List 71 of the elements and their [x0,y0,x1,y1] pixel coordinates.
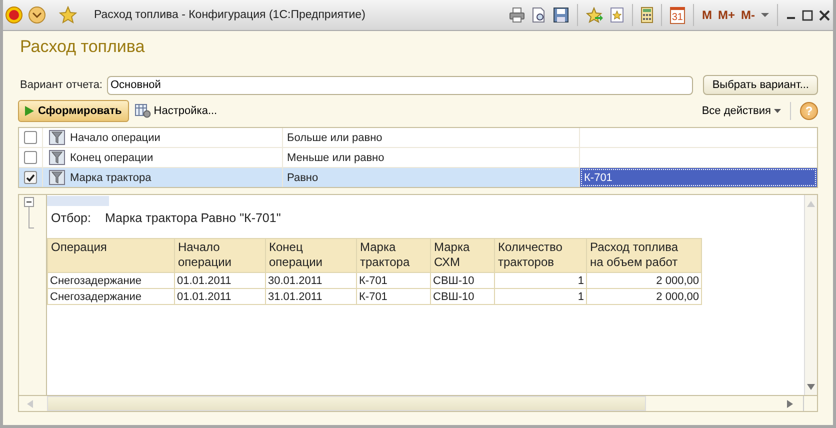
table-cell: 30.01.2011 [266,272,356,288]
table-cell: Снегозадержание [48,272,174,288]
filter-field: Начало операции [70,132,160,144]
caret-icon [774,109,781,113]
horizontal-scrollbar[interactable] [19,395,817,411]
settings-button[interactable]: Настройка... [134,104,218,118]
table-cell: 01.01.2011 [174,272,266,288]
calendar-button[interactable]: 31 [670,6,685,24]
calculator-icon[interactable] [640,7,653,23]
save-icon[interactable] [552,7,569,23]
window-title: Расход топлива - Конфигурация (1С:Предприятие) [94,9,366,21]
table-cell: СВШ-10 [430,272,494,288]
scroll-right-icon[interactable] [787,400,793,408]
table-cell: К-701 [356,288,430,304]
column-header: Марка СХМ [430,238,494,272]
column-header: Марка трактора [356,238,430,272]
memory-button[interactable]: M- [741,8,755,22]
cell-highlight [47,196,109,206]
table-cell: Снегозадержание [48,288,174,304]
checkbox[interactable] [24,131,37,144]
table-cell: К-701 [356,272,430,288]
close-icon[interactable] [819,10,830,20]
filter-field: Марка трактора [70,172,152,184]
filter-field: Конец операции [70,152,154,164]
caret-icon[interactable] [761,12,769,18]
dropdown-icon[interactable] [28,6,46,24]
memory-button[interactable]: M [702,8,712,22]
table-cell: 31.01.2011 [266,288,356,304]
filter-row[interactable]: Начало операции Больше или равно [19,128,817,148]
filter-condition: Равно [287,172,318,184]
checkbox[interactable] [24,151,37,164]
star-icon[interactable] [59,6,77,24]
filter-condition: Больше или равно [287,132,382,144]
all-actions-button[interactable]: Все действия [702,105,781,117]
column-header: Конец операции [266,238,356,272]
table-cell: 1 [494,288,586,304]
column-header: Операция [48,238,174,272]
vertical-scrollbar[interactable] [804,195,817,395]
star-arrow-icon[interactable] [586,7,604,23]
filter-icon [49,170,65,185]
column-header: Расход топлива на объем работ [586,238,702,272]
filter-label: Отбор: [51,211,91,225]
memory-button[interactable]: M+ [718,8,735,22]
logo-icon[interactable] [5,6,23,24]
variant-field[interactable]: Основной [106,76,694,94]
table-cell: 2 000,00 [586,288,702,304]
table-cell: 2 000,00 [586,272,702,288]
star-icon[interactable] [610,7,624,23]
variant-label: Вариант отчета: [20,79,102,91]
table-cell: СВШ-10 [430,288,494,304]
table-cell: 01.01.2011 [174,288,266,304]
table-cell: 1 [494,272,586,288]
preview-icon[interactable] [530,7,547,23]
maximize-icon[interactable] [802,10,813,20]
print-icon[interactable] [508,7,525,23]
column-header: Количество тракторов [494,238,586,272]
generate-button[interactable]: Сформировать [18,100,129,122]
table-gear-icon [134,104,151,118]
filter-value: К-701 [584,172,612,184]
play-icon [25,106,34,116]
filter-summary: Марка трактора Равно "К-701" [104,211,281,225]
filter-icon [49,130,65,145]
form-title: Расход топлива [20,37,146,57]
choose-variant-button[interactable]: Выбрать вариант... [703,75,818,95]
filter-row[interactable]: Марка трактора Равно К-701 [19,168,817,187]
filter-icon [49,150,65,165]
collapse-icon[interactable] [24,197,34,229]
column-header: Начало операции [174,238,266,272]
filter-condition: Меньше или равно [287,152,384,164]
checkbox[interactable] [24,171,37,184]
scroll-down-icon[interactable] [807,384,815,390]
